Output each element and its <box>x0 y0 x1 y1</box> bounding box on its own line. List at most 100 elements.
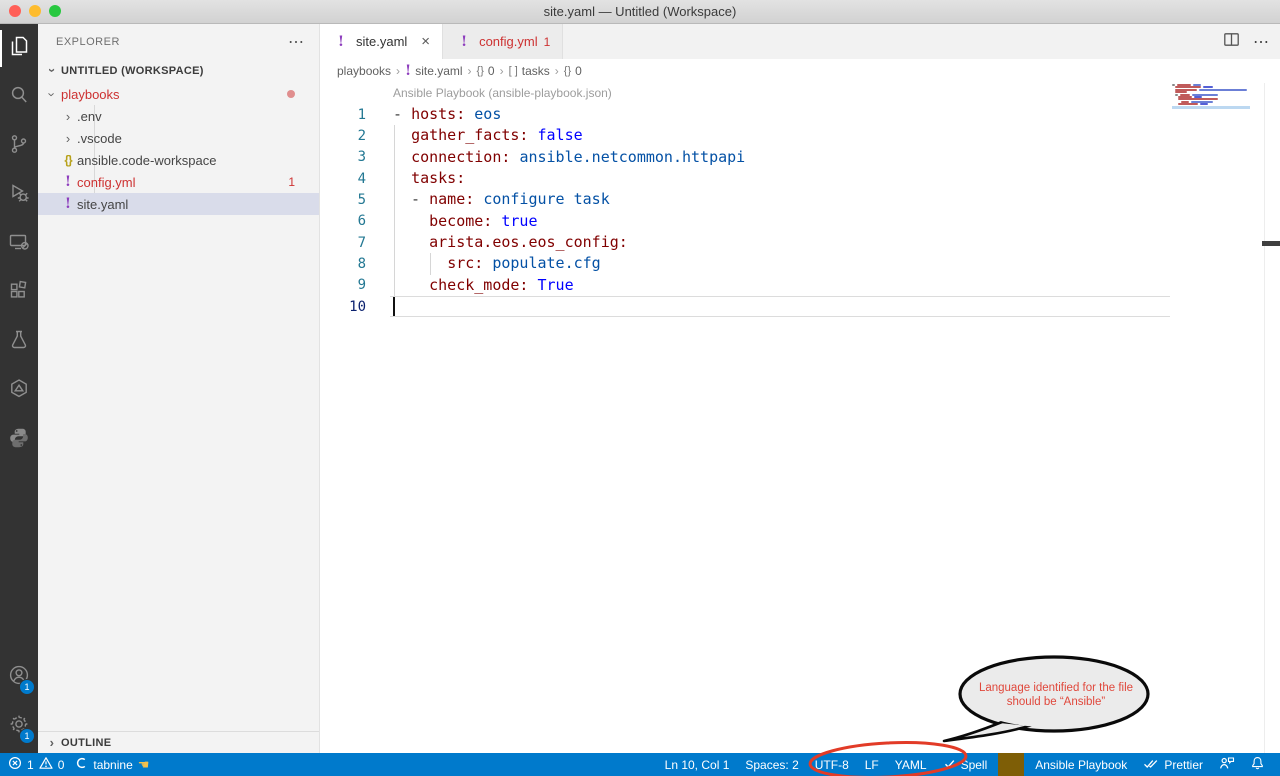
breadcrumb-item[interactable]: {}0 <box>564 64 582 78</box>
accounts-button[interactable]: 1 <box>0 653 38 702</box>
tab-config-yml[interactable]: !config.yml1 <box>443 24 563 59</box>
code-line-4[interactable]: 4 tasks: <box>320 168 1172 189</box>
minimize-window-button[interactable] <box>29 5 41 17</box>
status-label: Spaces: 2 <box>745 758 798 772</box>
status-end-of-line[interactable]: LF <box>857 753 887 776</box>
warning-count: 0 <box>58 758 65 772</box>
run-debug-button[interactable] <box>0 171 38 220</box>
vscode-window: site.yaml — Untitled (Workspace) 11 EXPL… <box>0 0 1280 776</box>
breadcrumb-item[interactable]: {} 0 <box>477 64 495 78</box>
breadcrumb-label: 0 <box>488 64 495 78</box>
workspace-section-header[interactable]: › UNTITLED (WORKSPACE) <box>38 59 319 82</box>
code-line-3[interactable]: 3 connection: ansible.netcommon.httpapi <box>320 147 1172 168</box>
extensions-button[interactable] <box>0 269 38 318</box>
status-feedback[interactable] <box>1211 753 1243 776</box>
symbol-icon: {} <box>477 65 484 77</box>
editor-more-actions-icon[interactable]: ⋯ <box>1253 32 1270 52</box>
error-circle-icon <box>8 756 22 773</box>
ansible-file-icon: ! <box>455 35 473 49</box>
zoom-window-button[interactable] <box>49 5 61 17</box>
outline-label: OUTLINE <box>61 737 111 749</box>
tabnine-label: tabnine <box>93 758 132 772</box>
close-icon[interactable]: × <box>421 33 430 50</box>
python-icon <box>7 426 31 455</box>
explorer-button[interactable] <box>0 24 38 73</box>
tree-item-config-yml[interactable]: !config.yml1 <box>38 171 319 193</box>
file-tree: ›playbooks›.env›.vscode{}ansible.code-wo… <box>38 83 319 215</box>
breadcrumb-separator-icon: › <box>555 64 559 78</box>
code-line-1[interactable]: 1- hosts: eos <box>320 104 1172 125</box>
explorer-more-actions-icon[interactable]: ⋯ <box>288 32 305 52</box>
status-ansible-playbook[interactable]: Ansible Playbook <box>1027 753 1135 776</box>
status-spell-checker[interactable]: Spell <box>935 753 996 776</box>
status-label: Prettier <box>1164 758 1203 772</box>
tree-item-playbooks[interactable]: ›playbooks <box>38 83 319 105</box>
code-line-9[interactable]: 9 check_mode: True <box>320 275 1172 296</box>
status-indentation[interactable]: Spaces: 2 <box>737 753 806 776</box>
breadcrumb-item[interactable]: playbooks <box>337 64 391 78</box>
line-content: connection: ansible.netcommon.httpapi <box>393 147 745 168</box>
breadcrumb: playbooks›!site.yaml›{}0›[ ]tasks›{}0 <box>320 59 1280 83</box>
bell-icon <box>1251 756 1264 773</box>
breadcrumb-separator-icon: › <box>396 64 400 78</box>
testing-button[interactable] <box>0 318 38 367</box>
status-encoding[interactable]: UTF-8 <box>807 753 857 776</box>
check-icon <box>943 757 956 773</box>
status-prettier[interactable]: Prettier <box>1135 753 1211 776</box>
editor-group: !site.yaml×!config.yml1 ⋯ playbooks›!sit… <box>320 24 1280 753</box>
tree-item--env[interactable]: ›.env <box>38 105 319 127</box>
remote-explorer-button[interactable] <box>0 220 38 269</box>
line-content: src: populate.cfg <box>393 253 601 274</box>
overview-ruler <box>1264 83 1265 753</box>
code-line-8[interactable]: 8 src: populate.cfg <box>320 253 1172 274</box>
badge: 1 <box>19 679 35 695</box>
breadcrumb-label: 0 <box>575 64 582 78</box>
code-editor[interactable]: Ansible Playbook (ansible-playbook.json)… <box>320 83 1280 753</box>
explorer-sidebar: EXPLORER ⋯ › UNTITLED (WORKSPACE) ›playb… <box>38 24 320 753</box>
modified-dot-badge <box>287 90 295 98</box>
search-button[interactable] <box>0 73 38 122</box>
code-line-2[interactable]: 2 gather_facts: false <box>320 125 1172 146</box>
line-content: arista.eos.eos_config: <box>393 232 628 253</box>
problems-status[interactable]: 1 0 <box>8 753 64 776</box>
code-line-10[interactable]: 10 <box>320 296 1172 317</box>
ansible-color-block <box>998 753 1024 776</box>
json-file-icon: {} <box>59 154 77 166</box>
breadcrumb-item[interactable]: [ ]tasks <box>509 64 550 78</box>
settings-button[interactable]: 1 <box>0 702 38 751</box>
tree-item-label: ansible.code-workspace <box>77 153 216 168</box>
source-control-button[interactable] <box>0 122 38 171</box>
tree-item--vscode[interactable]: ›.vscode <box>38 127 319 149</box>
tab-label: config.yml <box>479 34 538 49</box>
code-line-5[interactable]: 5 - name: configure task <box>320 189 1172 210</box>
status-notifications[interactable] <box>1243 753 1272 776</box>
outline-section-header[interactable]: › OUTLINE <box>38 731 319 753</box>
hexagon-extension-button[interactable] <box>0 367 38 416</box>
status-cursor-position[interactable]: Ln 10, Col 1 <box>657 753 738 776</box>
tree-item-site-yaml[interactable]: !site.yaml <box>38 193 319 215</box>
split-editor-icon[interactable] <box>1224 33 1239 51</box>
line-content: become: true <box>393 211 538 232</box>
warning-triangle-icon <box>39 756 53 773</box>
line-number: 2 <box>320 128 366 144</box>
code-line-7[interactable]: 7 arista.eos.eos_config: <box>320 232 1172 253</box>
line-number: 3 <box>320 149 366 165</box>
tabnine-status[interactable]: tabnine ☚ <box>76 753 149 776</box>
tab-site-yaml[interactable]: !site.yaml× <box>320 24 443 59</box>
line-content: tasks: <box>393 168 465 189</box>
tree-item-label: config.yml <box>77 175 136 190</box>
tree-item-ansible-code-workspace[interactable]: {}ansible.code-workspace <box>38 149 319 171</box>
chevron-down-icon: › <box>43 88 61 101</box>
status-language-mode[interactable]: YAML <box>887 753 935 776</box>
run-debug-icon <box>7 181 31 210</box>
breadcrumb-label: tasks <box>522 64 550 78</box>
python-button[interactable] <box>0 416 38 465</box>
code-line-6[interactable]: 6 become: true <box>320 211 1172 232</box>
ansible-file-icon: ! <box>59 175 77 189</box>
close-window-button[interactable] <box>9 5 21 17</box>
current-line-highlight <box>390 296 1170 317</box>
schema-codelens-link[interactable]: Ansible Playbook (ansible-playbook.json) <box>393 86 612 100</box>
pointing-hand-icon: ☚ <box>138 757 150 773</box>
minimap[interactable] <box>1172 84 1250 106</box>
breadcrumb-item[interactable]: !site.yaml <box>405 64 463 78</box>
